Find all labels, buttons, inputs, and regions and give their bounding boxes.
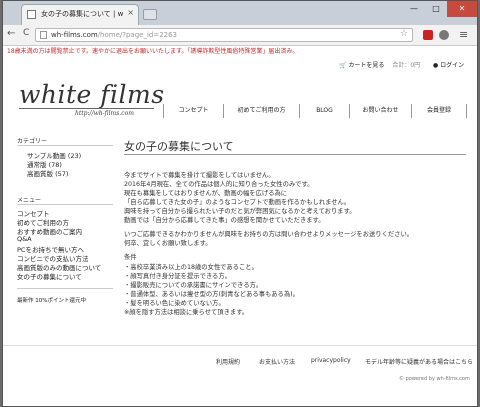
nav-concept[interactable]: コンセプト [163,104,223,118]
divider [17,145,113,146]
url-text: wh-films.com/home/?page_id=2263 [51,31,177,39]
title-divider [124,154,466,155]
bookmark-star-icon[interactable]: ☆ [400,29,408,39]
cart-icon: 🛒 [339,62,347,69]
footer-link-privacy[interactable]: privacypolicy [311,357,351,364]
login-label: ログイン [440,62,465,69]
footer-link-model-age[interactable]: モデル年齢等に疑義がある場合はこちら [365,357,473,366]
nav-first-time[interactable]: 初めてご利用の方 [223,104,299,118]
minimize-button[interactable]: — [403,1,425,17]
user-icon: ● [433,62,439,69]
browser-tab[interactable]: 女の子の募集について | wh-films. × [21,4,139,25]
address-bar[interactable]: wh-films.com/home/?page_id=2263 ☆ [35,28,413,42]
web-page: 18歳未満の方は閲覧禁止です。速やかに退出をお願いいたします。「誘導詐欺型性風俗… [3,46,477,406]
body-text: 興味を持って自分から撮られたい子のだと気が弊困気になるかと考えております。 [124,208,356,215]
new-tab-button[interactable] [143,9,157,20]
main-nav: コンセプト 初めてご利用の方 BLOG お問い合わせ 会員登録 [163,104,467,118]
condition-item: ・高校卒業済み以上の18歳の女性であること。 [124,264,258,271]
menu-heading: メニュー [17,197,42,204]
body-text: 現在も募集をしてはおりませんが、動画の幅を広げる為に [124,190,288,197]
browser-window: 女の子の募集について | wh-films. × — □ ✕ ← C wh-fi… [2,0,478,407]
nav-blog[interactable]: BLOG [299,104,349,118]
condition-item: ・髪を明るい色に染めていない方。 [124,300,225,307]
footer-divider [3,345,477,346]
category-item[interactable]: 高画質版 (57) [27,168,68,178]
maximize-button[interactable]: □ [425,1,447,17]
reload-icon[interactable]: C [23,28,29,38]
extension-icon[interactable] [423,30,433,40]
back-icon[interactable]: ← [7,28,15,39]
favicon-icon [27,10,36,19]
site-logo[interactable]: white films [19,80,165,109]
browser-menu-icon[interactable]: ≡ [459,28,468,41]
close-window-button[interactable]: ✕ [447,1,477,17]
tab-close-icon[interactable]: × [127,8,134,17]
condition-item: ・撮影販売についての承諾書にサインできる方。 [124,282,263,289]
divider [17,288,113,289]
age-warning-notice: 18歳未満の方は閲覧禁止です。速やかに退出をお願いいたします。「誘導詐欺型性風俗… [7,48,299,55]
body-text: いつご応募できるかわかりませんが興味をお持ちの方は問い合わせよりメッセージをお送… [124,231,414,238]
menu-item[interactable]: 女の子の募集について [17,271,82,281]
cart-sum: 合計：0円 [392,62,421,69]
title-bar: 女の子の募集について | wh-films. × — □ ✕ [3,1,477,25]
body-text: 何卒、宜しくお願い致します。 [124,240,212,247]
powered-by: © powered by wh-films.com [399,376,470,382]
body-text: 2016年4月現在、全ての作品は個人的に知り合った女性のみです。 [124,181,314,188]
footer-link-payment[interactable]: お支払い方法 [259,357,295,366]
page-info-icon[interactable] [40,31,47,39]
menu-item[interactable]: Q&A [17,235,32,243]
condition-item: ・顔写真付き身分証を提示できる方。 [124,273,231,280]
url-path: /home/?page_id=2263 [97,31,178,39]
logo-url: http://wh-films.com [75,110,134,117]
nav-register[interactable]: 会員登録 [411,104,467,118]
cart-label: カートを見る [348,62,385,69]
nav-contact[interactable]: お問い合わせ [349,104,411,118]
body-text: 今までサイトで募集を掛けて撮影をしてはいません。 [124,172,275,179]
body-text: 「自ら応募してきた女の子」のようなコンセプトで動画を作るかもしれません。 [124,199,351,206]
browser-toolbar: ← C wh-films.com/home/?page_id=2263 ☆ ≡ [3,25,477,46]
page-title: 女の子の募集について [124,140,234,153]
category-heading: カテゴリー [17,138,48,145]
tab-title: 女の子の募集について | wh-films. [41,10,123,18]
cart-link[interactable]: 🛒 カートを見る 合計：0円 [339,60,420,69]
promo-link[interactable]: 最新作 10%ポイント還元中 [17,296,86,304]
condition-note: ※顔を隠す方法は相談に乗らせて頂きます。 [124,309,249,316]
login-link[interactable]: ● ログイン [433,60,464,69]
condition-item: ・普通体型、あるいは痩せ型の方(刺青などある事もある為)。 [124,291,299,298]
url-host: wh-films.com [51,31,98,39]
extension-icon[interactable] [439,30,449,40]
footer-link-terms[interactable]: 利用規約 [216,357,240,366]
logo-underline [19,108,154,109]
body-text: 動画では「自分から応募してきた事」の感想を聞かせていただきます。 [124,217,325,224]
conditions-heading: 条件 [124,254,137,261]
divider [17,204,113,205]
